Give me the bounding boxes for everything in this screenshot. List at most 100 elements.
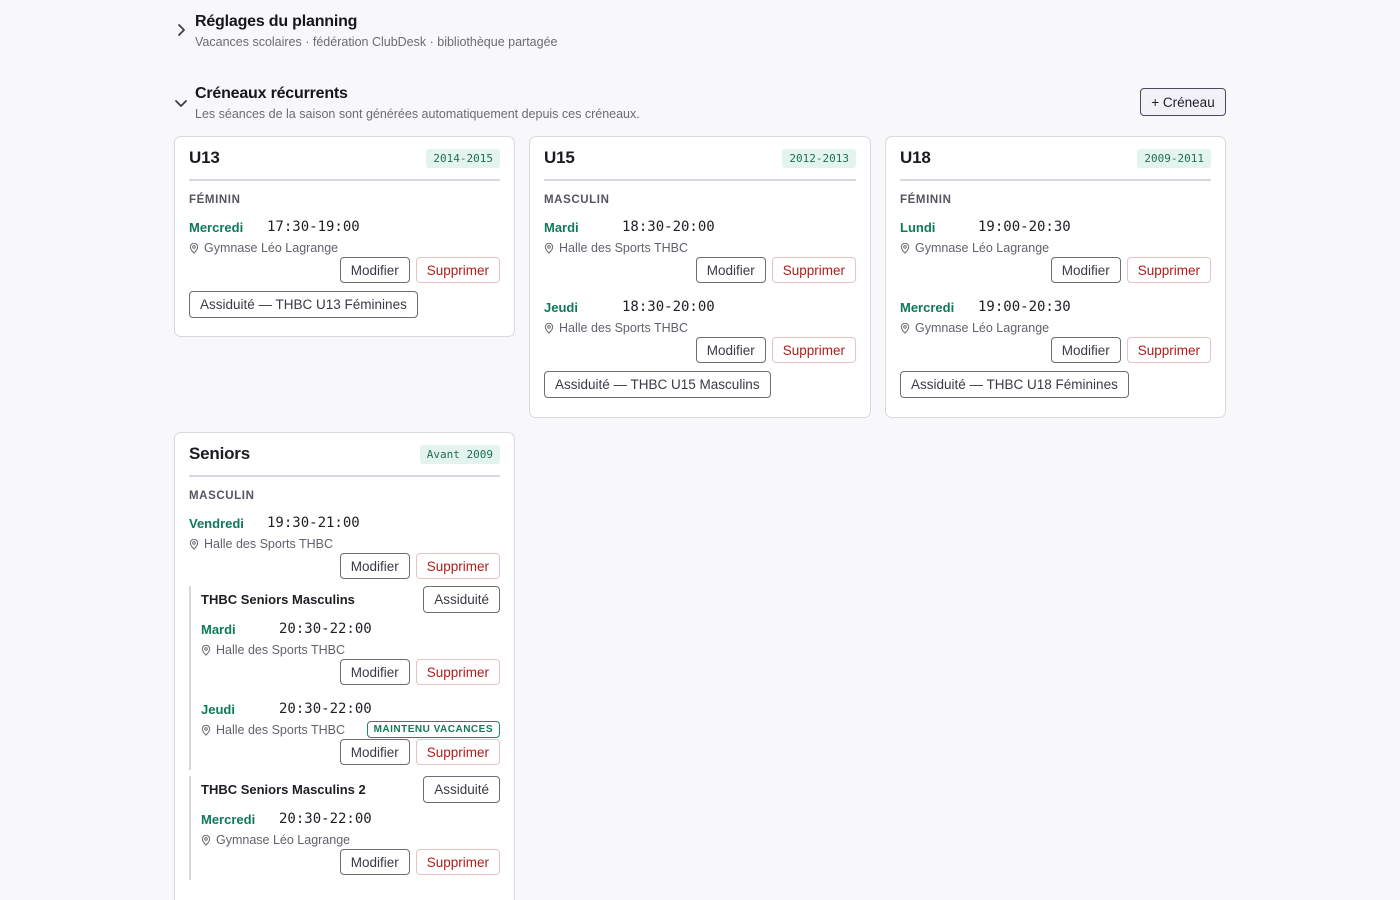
team-title: U18 (900, 148, 931, 167)
slot-location: Gymnase Léo Lagrange (201, 833, 350, 847)
delete-button[interactable]: Supprimer (415, 849, 500, 875)
slot-location: Halle des Sports THBC (544, 321, 688, 335)
card-header: U18 2009-2011 (900, 137, 1211, 181)
slot-location: Gymnase Léo Lagrange (189, 241, 338, 255)
gender-label: FÉMININ (900, 194, 952, 206)
slot-location-label: Halle des Sports THBC (216, 643, 345, 657)
card-header: Seniors Avant 2009 (189, 433, 500, 477)
slot-row: Lundi 19:00-20:30 Gymnase Léo Lagrange M… (900, 208, 1211, 288)
group-title: THBC Seniors Masculins (201, 592, 355, 607)
slot-time: 17:30-19:00 (267, 219, 360, 235)
location-pin-icon (201, 724, 211, 736)
slot-day: Vendredi (189, 516, 244, 531)
delete-button[interactable]: Supprimer (415, 257, 500, 283)
slot-time: 19:30-21:00 (267, 515, 360, 531)
delete-button[interactable]: Supprimer (415, 553, 500, 579)
delete-button[interactable]: Supprimer (415, 739, 500, 765)
recurring-slots-title: Créneaux récurrents (195, 85, 348, 102)
modify-button[interactable]: Modifier (339, 739, 410, 765)
slot-time: 20:30-22:00 (279, 811, 372, 827)
team-title: U13 (189, 148, 220, 167)
modify-button[interactable]: Modifier (339, 849, 410, 875)
chevron-right-icon[interactable] (174, 23, 188, 37)
slot-row: Mercredi 17:30-19:00 Gymnase Léo Lagrang… (189, 208, 500, 288)
slot-location-label: Gymnase Léo Lagrange (915, 241, 1050, 255)
attendance-button[interactable]: Assiduité — THBC U15 Masculins (544, 371, 771, 398)
slot-day: Mardi (544, 220, 579, 235)
slot-location: Halle des Sports THBC (201, 723, 345, 737)
slot-location-label: Halle des Sports THBC (559, 321, 688, 335)
location-pin-icon (900, 322, 910, 334)
gender-label: FÉMININ (189, 194, 241, 206)
slot-row: Mardi 20:30-22:00 Halle des Sports THBC … (201, 610, 500, 690)
slot-row: Vendredi 19:30-21:00 Halle des Sports TH… (189, 504, 500, 584)
modify-button[interactable]: Modifier (1050, 337, 1121, 363)
modify-button[interactable]: Modifier (1050, 257, 1121, 283)
slot-location-label: Halle des Sports THBC (559, 241, 688, 255)
modify-button[interactable]: Modifier (339, 659, 410, 685)
team-card-seniors: Seniors Avant 2009 MASCULIN Vendredi 19:… (174, 432, 515, 900)
slot-time: 19:00-20:30 (978, 219, 1071, 235)
attendance-button[interactable]: Assiduité (423, 776, 500, 803)
slot-day: Mercredi (189, 220, 244, 235)
group-title: THBC Seniors Masculins 2 (201, 782, 366, 797)
planning-settings-header[interactable]: Réglages du planning Vacances scolaires … (174, 12, 557, 50)
gender-label: MASCULIN (544, 194, 610, 206)
slot-location-label: Gymnase Léo Lagrange (204, 241, 339, 255)
recurring-slots-subtitle: Les séances de la saison sont générées a… (195, 107, 640, 121)
location-pin-icon (900, 242, 910, 254)
group-header: THBC Seniors Masculins 2 Assiduité (201, 776, 500, 803)
slot-row: Mardi 18:30-20:00 Halle des Sports THBC … (544, 208, 856, 288)
team-title: Seniors (189, 444, 250, 463)
slot-location-label: Gymnase Léo Lagrange (216, 833, 351, 847)
slot-row: Jeudi 18:30-20:00 Halle des Sports THBC … (544, 288, 856, 368)
holiday-maintained-badge: MAINTENU VACANCES (366, 721, 500, 738)
team-title: U15 (544, 148, 575, 167)
modify-button[interactable]: Modifier (339, 257, 410, 283)
birth-years-badge: 2012-2013 (782, 148, 856, 168)
slot-time: 20:30-22:00 (279, 621, 372, 637)
delete-button[interactable]: Supprimer (1126, 257, 1211, 283)
delete-button[interactable]: Supprimer (771, 257, 856, 283)
card-header: U13 2014-2015 (189, 137, 500, 181)
slot-location: Halle des Sports THBC (189, 537, 333, 551)
slot-day: Jeudi (201, 702, 235, 717)
location-pin-icon (189, 242, 199, 254)
location-pin-icon (201, 644, 211, 656)
attendance-button[interactable]: Assiduité — THBC U13 Féminines (189, 291, 418, 318)
delete-button[interactable]: Supprimer (1126, 337, 1211, 363)
slot-row: Jeudi 20:30-22:00 Halle des Sports THBC … (201, 690, 500, 770)
slot-location: Gymnase Léo Lagrange (900, 321, 1049, 335)
slot-location-label: Halle des Sports THBC (216, 723, 345, 737)
team-group: THBC Seniors Masculins 2 Assiduité Mercr… (189, 776, 500, 880)
birth-years-badge: Avant 2009 (419, 444, 500, 464)
card-header: U15 2012-2013 (544, 137, 856, 181)
location-pin-icon (544, 242, 554, 254)
slot-location: Halle des Sports THBC (544, 241, 688, 255)
slot-location-label: Gymnase Léo Lagrange (915, 321, 1050, 335)
modify-button[interactable]: Modifier (339, 553, 410, 579)
attendance-button[interactable]: Assiduité (423, 586, 500, 613)
recurring-slots-header[interactable]: Créneaux récurrents Les séances de la sa… (174, 84, 640, 122)
location-pin-icon (544, 322, 554, 334)
location-pin-icon (189, 538, 199, 550)
team-card-u13: U13 2014-2015 FÉMININ Mercredi 17:30-19:… (174, 136, 515, 337)
slot-time: 18:30-20:00 (622, 299, 715, 315)
modify-button[interactable]: Modifier (695, 337, 766, 363)
slot-location-label: Halle des Sports THBC (204, 537, 333, 551)
attendance-button[interactable]: Assiduité — THBC U18 Féminines (900, 371, 1129, 398)
modify-button[interactable]: Modifier (695, 257, 766, 283)
team-card-u18: U18 2009-2011 FÉMININ Lundi 19:00-20:30 … (885, 136, 1226, 418)
slot-day: Mardi (201, 622, 236, 637)
slot-day: Lundi (900, 220, 936, 235)
slot-time: 20:30-22:00 (279, 701, 372, 717)
birth-years-badge: 2009-2011 (1137, 148, 1211, 168)
delete-button[interactable]: Supprimer (771, 337, 856, 363)
slot-day: Mercredi (900, 300, 955, 315)
delete-button[interactable]: Supprimer (415, 659, 500, 685)
chevron-down-icon[interactable] (174, 96, 188, 110)
slot-row: Mercredi 20:30-22:00 Gymnase Léo Lagrang… (201, 800, 500, 880)
planning-settings-title: Réglages du planning (195, 13, 358, 30)
slot-day: Mercredi (201, 812, 256, 827)
add-slot-button[interactable]: + Créneau (1140, 88, 1226, 116)
